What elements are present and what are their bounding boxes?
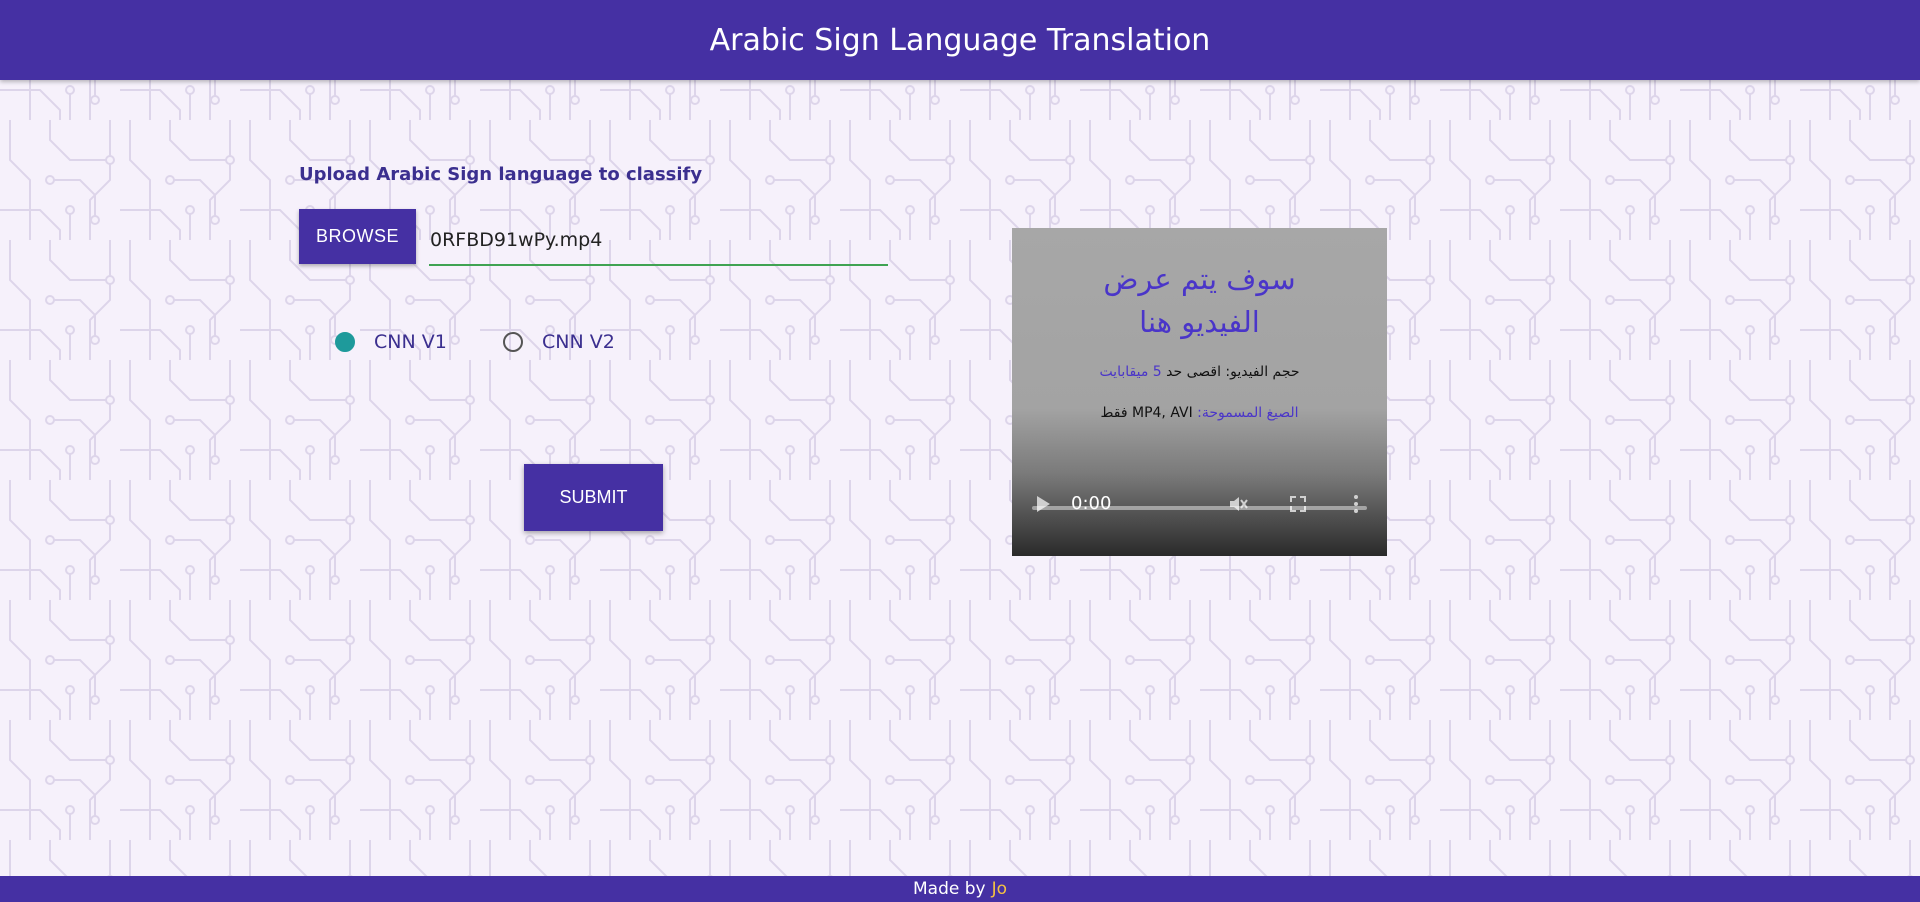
more-options-icon[interactable] xyxy=(1353,494,1359,514)
page-title: Arabic Sign Language Translation xyxy=(709,22,1211,58)
video-time: 0:00 xyxy=(1071,493,1112,514)
radio-checked-icon[interactable] xyxy=(335,332,355,352)
model-option-cnn-v1[interactable]: CNN V1 xyxy=(335,331,447,353)
submit-button[interactable]: SUBMIT xyxy=(524,464,663,531)
model-option-cnn-v2[interactable]: CNN V2 xyxy=(503,331,615,353)
app-header: Arabic Sign Language Translation xyxy=(0,0,1920,80)
file-path-input[interactable] xyxy=(429,222,888,266)
video-formats-note: الصيغ المسموحة: MP4, AVI فقط xyxy=(1100,405,1299,421)
video-controls: 0:00 xyxy=(1012,476,1387,556)
video-placeholder-title: سوف يتم عرض الفيديو هنا xyxy=(1103,262,1296,339)
video-size-note: حجم الفيديو: اقصى حد 5 ميقابايت xyxy=(1099,364,1300,380)
video-progress-bar[interactable] xyxy=(1032,506,1367,510)
mute-icon[interactable] xyxy=(1228,494,1248,514)
model-option-label: CNN V2 xyxy=(542,331,615,353)
video-player[interactable]: سوف يتم عرض الفيديو هنا حجم الفيديو: اقص… xyxy=(1012,228,1387,556)
radio-unchecked-icon[interactable] xyxy=(503,332,523,352)
app-footer: Made by Jo xyxy=(0,876,1920,902)
footer-author-link[interactable]: Jo xyxy=(992,879,1007,899)
browse-button[interactable]: BROWSE xyxy=(299,209,416,264)
model-option-label: CNN V1 xyxy=(374,331,447,353)
upload-instructions: Upload Arabic Sign language to classify xyxy=(299,164,703,185)
footer-made-by: Made by xyxy=(912,879,986,899)
